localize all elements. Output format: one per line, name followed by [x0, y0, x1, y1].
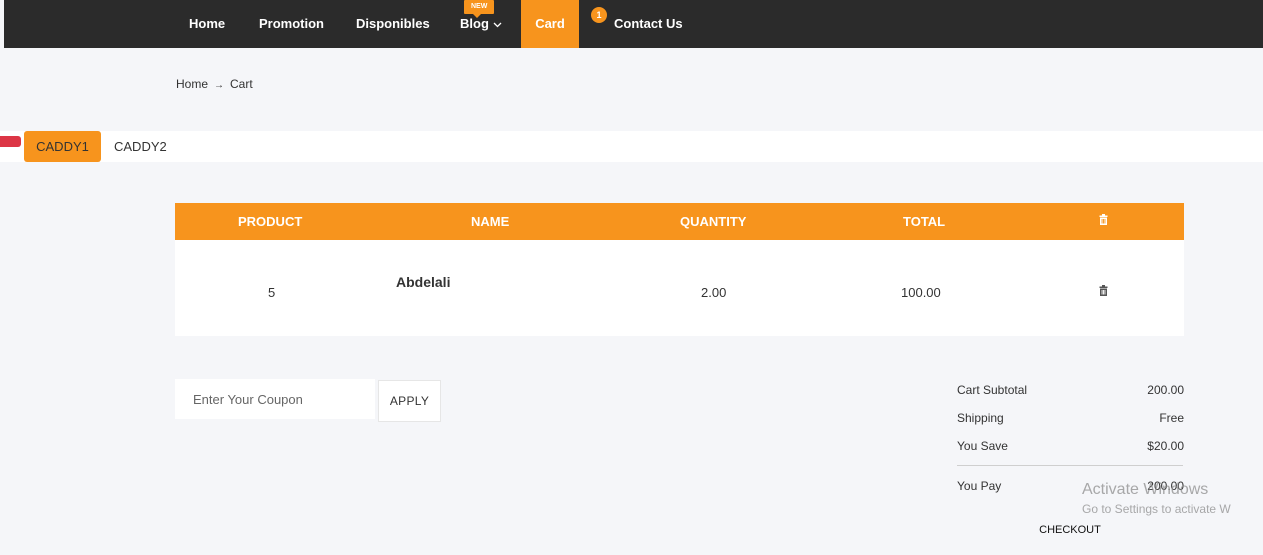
- header-quantity: QUANTITY: [680, 214, 747, 229]
- breadcrumb-home[interactable]: Home: [176, 77, 208, 91]
- header-total: TOTAL: [903, 214, 946, 229]
- table-row: 5 Abdelali 2.00 100.00: [175, 240, 1184, 336]
- nav-card[interactable]: Card: [521, 0, 579, 48]
- cell-name: Abdelali: [396, 274, 451, 290]
- nav-home[interactable]: Home: [189, 0, 225, 48]
- coupon-input[interactable]: [175, 379, 375, 419]
- shipping-label: Shipping: [957, 411, 1004, 425]
- breadcrumb-current: Cart: [230, 77, 253, 91]
- tab-caddy1[interactable]: CADDY1: [24, 131, 101, 162]
- subtotal-label: Cart Subtotal: [957, 383, 1028, 397]
- trash-icon: [1099, 214, 1108, 225]
- top-navbar: Home Promotion Disponibles NEW Blog Card…: [4, 0, 1263, 48]
- nav-contact-us[interactable]: Contact Us: [614, 0, 683, 48]
- nav-disponibles[interactable]: Disponibles: [356, 0, 430, 48]
- summary-divider: [957, 465, 1183, 466]
- side-marker: [0, 136, 21, 147]
- checkout-button[interactable]: CHECKOUT: [1030, 519, 1110, 541]
- save-value: $20.00: [1147, 439, 1184, 453]
- trash-icon[interactable]: [1099, 285, 1108, 296]
- header-name: NAME: [471, 214, 510, 229]
- breadcrumb: Home → Cart: [176, 77, 253, 91]
- contact-count-badge: 1: [591, 7, 607, 23]
- cell-quantity: 2.00: [701, 285, 727, 300]
- activate-windows-title: Activate Windows: [1082, 481, 1209, 498]
- nav-promotion[interactable]: Promotion: [259, 0, 324, 48]
- nav-blog[interactable]: Blog: [460, 0, 502, 48]
- subtotal-value: 200.00: [1147, 383, 1184, 397]
- activate-windows-subtitle: Go to Settings to activate W: [1082, 502, 1231, 516]
- cart-table-header: PRODUCT NAME QUANTITY TOTAL: [175, 203, 1184, 240]
- chevron-down-icon: [493, 0, 502, 48]
- nav-blog-label: Blog: [460, 16, 489, 31]
- pay-label: You Pay: [957, 479, 1002, 493]
- arrow-right-icon: →: [214, 80, 225, 91]
- apply-button[interactable]: APPLY: [378, 380, 441, 422]
- caddy-tabs-bar: [0, 131, 1263, 162]
- tab-caddy2[interactable]: CADDY2: [114, 131, 167, 162]
- shipping-value: Free: [1159, 411, 1184, 425]
- save-label: You Save: [957, 439, 1008, 453]
- cell-total: 100.00: [901, 285, 941, 300]
- cell-product: 5: [268, 285, 276, 300]
- header-product: PRODUCT: [238, 214, 303, 229]
